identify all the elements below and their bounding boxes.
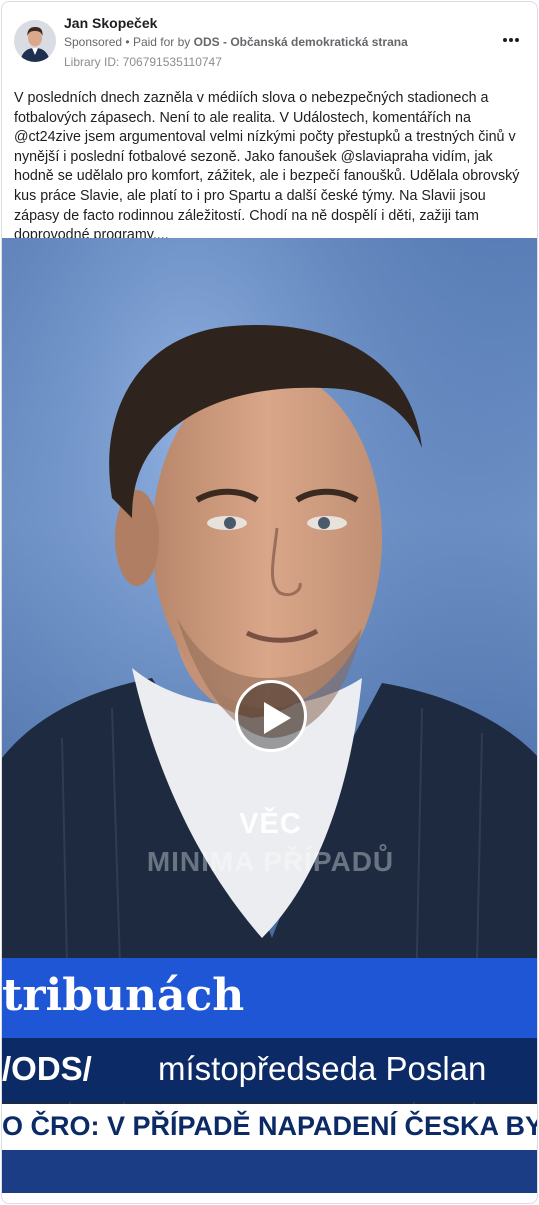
payer-name[interactable]: ODS - Občanská demokratická strana xyxy=(194,35,408,49)
post-text: V posledních dnech zazněla v médiích slo… xyxy=(14,90,520,244)
ticker-text: O ČRO: V PŘÍPADĚ NAPADENÍ ČESKA BY SE xyxy=(2,1111,538,1141)
headline-text: tribunách xyxy=(2,970,245,1021)
video-player[interactable]: VĚC MINIMA PŘÍPADŮ tribunách /ODS/ místo… xyxy=(2,238,538,1193)
ad-card: Jan Skopeček Sponsored • Paid for by ODS… xyxy=(1,1,538,1204)
sponsored-label: Sponsored xyxy=(64,35,123,49)
post-header: Jan Skopeček Sponsored • Paid for by ODS… xyxy=(2,2,537,82)
news-headline-band: tribunách xyxy=(2,958,537,1038)
speaker-role: místopředseda Poslan xyxy=(158,1050,487,1087)
author-name[interactable]: Jan Skopeček xyxy=(64,15,157,31)
lower-band xyxy=(2,1150,537,1193)
avatar[interactable] xyxy=(14,20,56,62)
paid-for-by-label: Paid for by xyxy=(132,35,191,49)
avatar-photo xyxy=(14,20,56,62)
overlay-subtitle: MINIMA PŘÍPADŮ xyxy=(146,846,395,877)
meta-separator: • xyxy=(125,35,130,49)
news-ticker: O ČRO: V PŘÍPADĚ NAPADENÍ ČESKA BY SE xyxy=(2,1104,538,1150)
play-icon xyxy=(264,702,291,734)
play-button[interactable] xyxy=(235,680,307,752)
overlay-title: VĚC xyxy=(239,808,302,840)
library-id: Library ID: 706791535110747 xyxy=(64,55,222,69)
speaker-band: /ODS/ místopředseda Poslan xyxy=(2,1038,537,1102)
sponsored-meta: Sponsored • Paid for by ODS - Občanská d… xyxy=(64,35,408,49)
more-options-icon[interactable] xyxy=(499,30,523,50)
speaker-party: /ODS/ xyxy=(2,1050,92,1087)
